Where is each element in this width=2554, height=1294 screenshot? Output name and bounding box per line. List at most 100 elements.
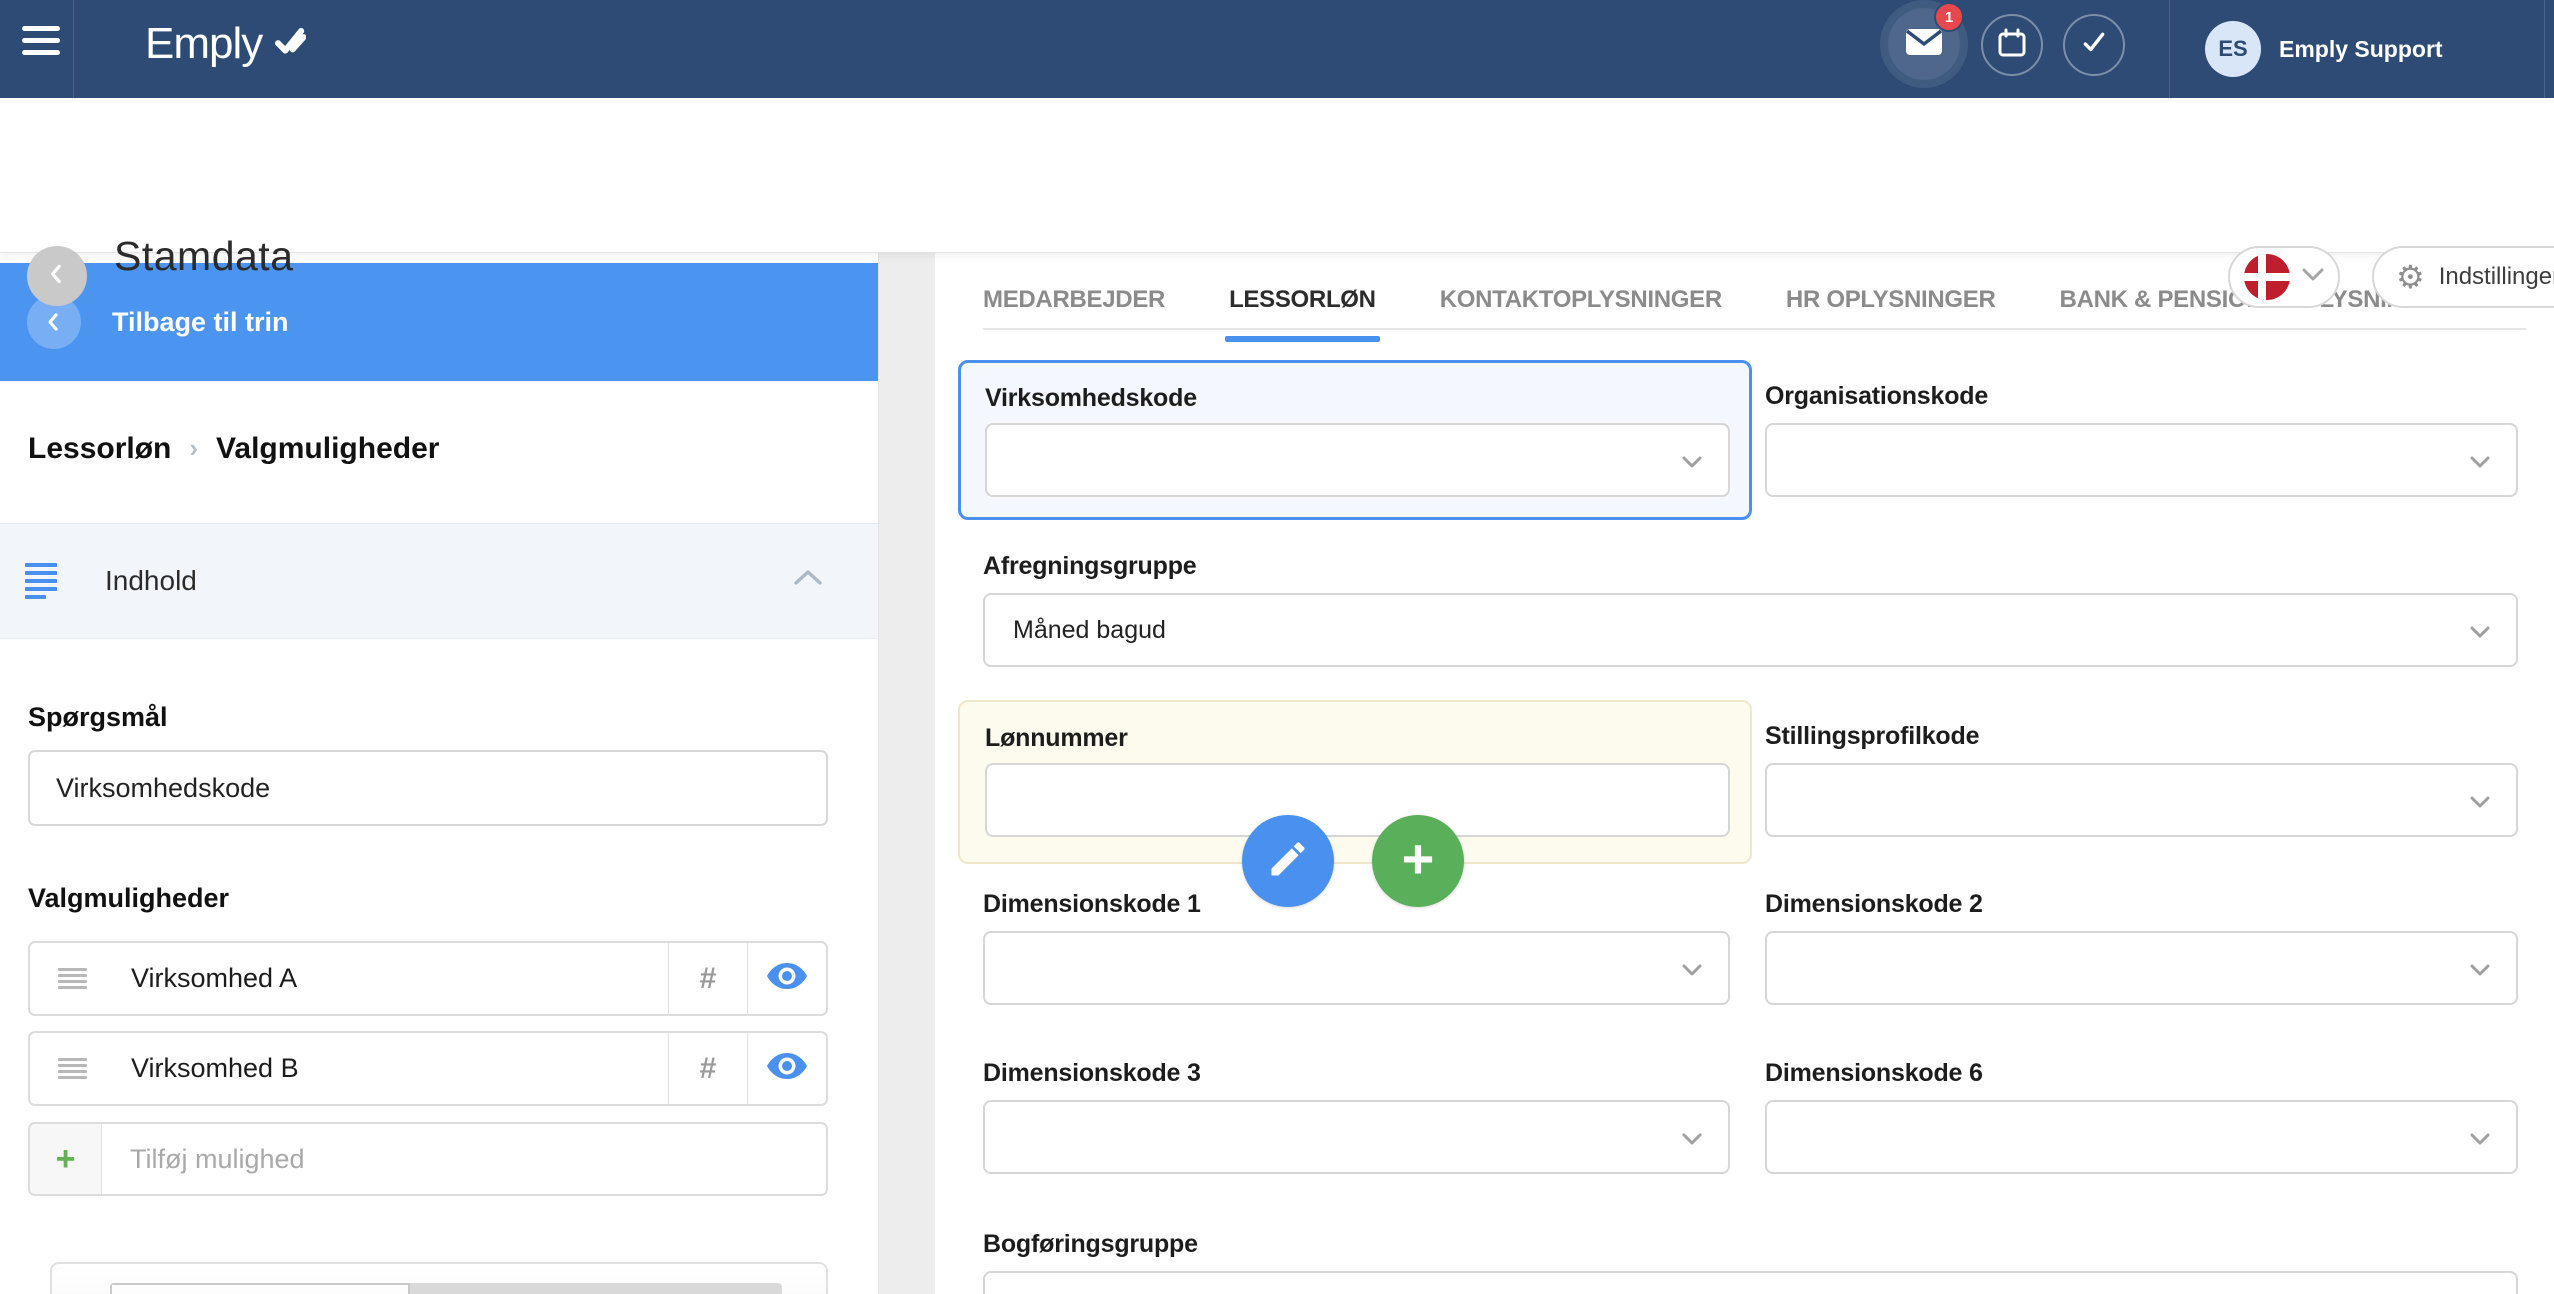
main-panel: MEDARBEJDER LESSORLØN KONTAKTOPLYSNINGER… — [935, 252, 2554, 1294]
page-header: Stamdata ⚙ Indstillinger — [0, 98, 2554, 253]
language-selector[interactable] — [2228, 246, 2340, 308]
question-input[interactable] — [28, 750, 828, 826]
section-indhold-header[interactable]: Indhold — [0, 523, 878, 639]
settings-label: Indstillinger — [2439, 263, 2554, 291]
chevron-down-icon — [2470, 963, 2490, 981]
envelope-icon — [1905, 28, 1943, 61]
nav-divider — [2544, 0, 2545, 98]
option-row: Virksomhed B # — [28, 1031, 828, 1106]
add-button[interactable]: + — [1372, 815, 1464, 907]
user-name: Emply Support — [2279, 36, 2443, 63]
dimensionskode2-label: Dimensionskode 2 — [1765, 890, 2518, 918]
virksomhedskode-select[interactable] — [985, 423, 1730, 497]
breadcrumb: Lessorløn › Valgmuligheder — [28, 432, 439, 466]
checkmark-icon — [2080, 29, 2108, 62]
chevron-down-icon — [1682, 455, 1702, 473]
back-to-step-label: Tilbage til trin — [112, 307, 289, 338]
back-to-step-button[interactable]: Tilbage til trin — [0, 263, 878, 381]
user-menu[interactable]: ES Emply Support — [2205, 0, 2443, 98]
afregningsgruppe-value: Måned bagud — [985, 616, 1166, 645]
dimensionskode3-select[interactable] — [983, 1100, 1730, 1174]
chevron-up-icon[interactable] — [793, 568, 823, 591]
content-lines-icon — [25, 563, 57, 599]
chevron-left-icon — [44, 261, 70, 292]
virksomhedskode-label: Virksomhedskode — [985, 384, 1197, 412]
tab-lessorlon[interactable]: LESSORLØN — [1229, 286, 1376, 316]
settings-button[interactable]: ⚙ Indstillinger — [2372, 246, 2554, 308]
hash-icon: # — [700, 1052, 717, 1086]
plus-icon: + — [1402, 831, 1435, 887]
notification-badge: 1 — [1934, 2, 1964, 32]
sidebar-panel: Tilbage til trin Lessorløn › Valgmulighe… — [0, 252, 879, 1294]
dimensionskode1-label: Dimensionskode 1 — [983, 890, 1730, 918]
option-visibility-button[interactable] — [747, 943, 826, 1014]
mail-button[interactable]: 1 — [1888, 8, 1960, 80]
organisationskode-label: Organisationskode — [1765, 382, 2518, 410]
dimensionskode6-label: Dimensionskode 6 — [1765, 1059, 2518, 1087]
add-option-button[interactable]: + — [30, 1124, 102, 1194]
add-option-input[interactable] — [102, 1124, 826, 1194]
bogforingsgruppe-label: Bogføringsgruppe — [983, 1230, 2518, 1258]
partial-segmented-control[interactable] — [110, 1283, 782, 1294]
scroll-gutter[interactable] — [879, 252, 935, 1294]
logo-text: Emply — [145, 18, 262, 70]
logo-check-icon — [272, 25, 306, 64]
calendar-button[interactable] — [1981, 14, 2043, 76]
back-button[interactable] — [27, 246, 87, 306]
tab-kontaktoplysninger[interactable]: KONTAKTOPLYSNINGER — [1440, 286, 1722, 316]
dimensionskode3-label: Dimensionskode 3 — [983, 1059, 1730, 1087]
hash-icon: # — [700, 962, 717, 996]
eye-icon — [766, 1052, 808, 1085]
question-label: Spørgsmål — [28, 702, 168, 733]
chevron-down-icon — [2302, 268, 2324, 286]
page-title: Stamdata — [114, 233, 294, 280]
options-label: Valgmuligheder — [28, 883, 229, 914]
calendar-icon — [1997, 28, 2027, 63]
lonnummer-label: Lønnummer — [985, 724, 1128, 752]
organisationskode-select[interactable] — [1765, 423, 2518, 497]
drag-handle-icon[interactable] — [58, 1058, 87, 1079]
option-label[interactable]: Virksomhed B — [131, 1053, 668, 1084]
afregningsgruppe-label: Afregningsgruppe — [983, 552, 2518, 580]
avatar: ES — [2205, 21, 2261, 77]
pencil-icon — [1266, 837, 1310, 886]
nav-divider — [73, 0, 74, 98]
bogforingsgruppe-select[interactable] — [983, 1271, 2518, 1294]
breadcrumb-item-valgmuligheder[interactable]: Valgmuligheder — [216, 432, 439, 466]
option-number-button[interactable]: # — [668, 943, 747, 1014]
chevron-down-icon — [1682, 963, 1702, 981]
add-option-row: + — [28, 1122, 828, 1196]
option-row: Virksomhed A # — [28, 941, 828, 1016]
top-navbar: Emply 1 ES Emply Support — [0, 0, 2554, 98]
tab-hr-oplysninger[interactable]: HR OPLYSNINGER — [1786, 286, 1996, 316]
eye-icon — [766, 962, 808, 995]
tab-medarbejder[interactable]: MEDARBEJDER — [983, 286, 1165, 316]
chevron-down-icon — [1682, 1132, 1702, 1150]
chevron-down-icon — [2470, 1132, 2490, 1150]
stillingsprofilkode-select[interactable] — [1765, 763, 2518, 837]
lonnummer-highlight-box: Lønnummer — [958, 700, 1752, 864]
afregningsgruppe-select[interactable]: Måned bagud — [983, 593, 2518, 667]
dimensionskode2-select[interactable] — [1765, 931, 2518, 1005]
nav-divider — [2169, 0, 2170, 98]
gear-icon: ⚙ — [2396, 261, 2425, 293]
section-indhold-label: Indhold — [105, 565, 197, 597]
edit-button[interactable] — [1242, 815, 1334, 907]
option-label[interactable]: Virksomhed A — [131, 963, 668, 994]
emply-logo[interactable]: Emply — [145, 18, 306, 70]
tasks-button[interactable] — [2063, 14, 2125, 76]
chevron-down-icon — [2470, 455, 2490, 473]
chevron-down-icon — [2470, 625, 2490, 643]
lonnummer-input[interactable] — [985, 763, 1730, 837]
partial-panel — [50, 1262, 828, 1294]
option-number-button[interactable]: # — [668, 1033, 747, 1104]
hamburger-menu-icon[interactable] — [22, 26, 62, 62]
chevron-right-icon: › — [189, 433, 198, 464]
drag-handle-icon[interactable] — [58, 968, 87, 989]
dimensionskode6-select[interactable] — [1765, 1100, 2518, 1174]
virksomhedskode-highlight-box: Virksomhedskode — [958, 360, 1752, 520]
option-visibility-button[interactable] — [747, 1033, 826, 1104]
stillingsprofilkode-label: Stillingsprofilkode — [1765, 722, 2518, 750]
breadcrumb-item-lessorlon[interactable]: Lessorløn — [28, 432, 171, 466]
dimensionskode1-select[interactable] — [983, 931, 1730, 1005]
